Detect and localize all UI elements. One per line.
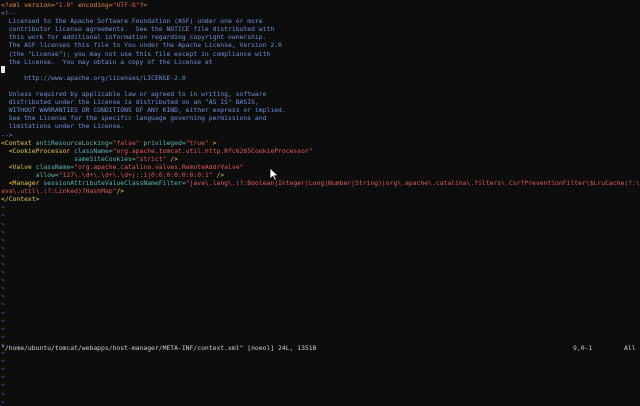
status-scroll-indicator: All	[624, 344, 636, 352]
code-token: See the License for the specific languag…	[1, 114, 267, 123]
code-token: The ASF licenses this file to You under …	[1, 41, 282, 50]
empty-line-tilde: ~	[1, 365, 5, 374]
empty-line-tilde: ~	[1, 300, 5, 309]
buffer-line[interactable]	[1, 82, 639, 90]
code-token: distributed under the License is distrib…	[1, 98, 259, 107]
buffer-line[interactable]: <!--	[1, 9, 639, 17]
text-cursor	[1, 66, 5, 74]
empty-line-tilde: ~	[1, 292, 5, 301]
code-token: encoding=	[74, 1, 113, 9]
buffer-line[interactable]: ava\.util\.(?:Linked)?HashMap"/>	[1, 187, 639, 195]
code-token: <CookieProcessor	[1, 146, 71, 155]
buffer-line[interactable]: http://www.apache.org/licenses/LICENSE-2…	[1, 74, 639, 82]
code-token: <?xml version=	[1, 1, 55, 9]
code-token: this work for additional information reg…	[1, 33, 267, 42]
code-token: className=	[70, 146, 113, 155]
buffer-line[interactable]: the License. You may obtain a copy of th…	[1, 58, 639, 66]
empty-line-tilde: ~	[1, 211, 5, 220]
code-token: sameSiteCookies=	[1, 154, 136, 163]
buffer-line[interactable]: <Manager sessionAttributeValueClassNameF…	[1, 179, 639, 187]
buffer-line[interactable]: sameSiteCookies="strict" />	[1, 155, 639, 163]
code-token: (the "License"); you may not use this fi…	[1, 49, 271, 58]
buffer-line[interactable]: distributed under the License is distrib…	[1, 98, 639, 106]
empty-line-tilde: ~	[1, 243, 5, 252]
code-token: contributor license agreements. See the …	[1, 25, 275, 34]
code-token: -->	[1, 130, 13, 139]
buffer-line[interactable]: <CookieProcessor className="org.apache.t…	[1, 147, 639, 155]
code-token: sessionAttributeValueClassNameFilter=	[39, 179, 186, 188]
status-cursor-position: 9,0-1	[573, 344, 593, 352]
empty-line-tilde: ~	[1, 308, 5, 317]
code-token: "127\.\d+\.\d+\.\d+|::1|0:0:0:0:0:0:0:1"	[58, 170, 213, 179]
code-token: />	[166, 154, 178, 163]
code-token: "org.apache.tomcat.util.http.Rfc6265Cook…	[112, 146, 313, 155]
code-token: <Context	[1, 138, 32, 147]
code-token: "false"	[112, 138, 140, 147]
code-token: Licensed to the Apache Software Foundati…	[1, 17, 263, 26]
code-token: ava\.util\.(?:Linked)?HashMap"	[1, 187, 117, 196]
empty-line-tilde: ~	[1, 268, 5, 277]
vim-terminal-window[interactable]: <?xml version="1.0" encoding="UTF-8"?> <!…	[0, 0, 640, 406]
code-token: >	[208, 138, 217, 147]
code-token: limitations under the License.	[1, 122, 125, 131]
code-token: <Manager	[1, 179, 40, 188]
code-token: "true"	[185, 138, 209, 147]
empty-line-tilde: ~	[1, 381, 5, 390]
empty-line-tilde: ~	[1, 332, 5, 341]
status-line: "/home/ubuntu/tomcat/webapps/host-manage…	[1, 344, 639, 353]
code-token: "strict"	[135, 154, 167, 163]
code-token: "UTF-8"	[112, 1, 140, 9]
empty-line-tilde: ~	[1, 251, 5, 260]
code-token: antiResourceLocking=	[31, 138, 113, 147]
empty-line-tilde: ~	[1, 219, 5, 228]
code-token: <!--	[1, 9, 17, 18]
buffer-line[interactable]: contributor license agreements. See the …	[1, 25, 639, 33]
buffer-line[interactable]: The ASF licenses this file to You under …	[1, 41, 639, 49]
buffer-line[interactable]: </Context>	[1, 195, 639, 203]
code-token: />	[212, 170, 225, 179]
status-file-info: "/home/ubuntu/tomcat/webapps/host-manage…	[1, 344, 317, 352]
buffer-line[interactable]: <?xml version="1.0" encoding="UTF-8"?>	[1, 1, 639, 9]
buffer-line[interactable]: Unless required by applicable law or agr…	[1, 90, 639, 98]
empty-line-tilde: ~	[1, 389, 5, 398]
code-token: "java\.lang\.(?:Boolean|Integer|Long|Num…	[185, 179, 639, 188]
buffer-line[interactable]: <Context antiResourceLocking="false" pri…	[1, 139, 639, 147]
buffer-line[interactable]: (the "License"); you may not use this fi…	[1, 50, 639, 58]
code-token: Unless required by applicable law or agr…	[1, 90, 267, 99]
empty-line-tilde: ~	[1, 397, 5, 406]
buffer-line[interactable]: allow="127\.\d+\.\d+\.\d+|::1|0:0:0:0:0:…	[1, 171, 639, 179]
buffer-line[interactable]: -->	[1, 131, 639, 139]
empty-line-tilde: ~	[1, 235, 5, 244]
buffer-line[interactable]	[1, 66, 639, 74]
code-token: </Context>	[1, 195, 40, 204]
empty-line-tilde: ~	[1, 324, 5, 333]
buffer-line[interactable]: Licensed to the Apache Software Foundati…	[1, 17, 639, 25]
empty-line-tilde: ~	[1, 316, 5, 325]
code-token: privileged=	[139, 138, 186, 147]
code-token: allow=	[1, 170, 59, 179]
buffer-line[interactable]: this work for additional information reg…	[1, 33, 639, 41]
buffer-line[interactable]: WITHOUT WARRANTIES OR CONDITIONS OF ANY …	[1, 106, 639, 114]
empty-line-tilde: ~	[1, 284, 5, 293]
empty-line-tilde: ~	[1, 260, 5, 268]
mouse-pointer-icon	[269, 167, 279, 181]
buffer-line[interactable]: <Valve className="org.apache.catalina.va…	[1, 163, 639, 171]
code-token: the License. You may obtain a copy of th…	[1, 57, 213, 66]
code-token: className=	[31, 162, 75, 171]
empty-line-tilde: ~	[1, 357, 5, 366]
code-token: ?>	[139, 1, 148, 9]
code-token: <Valve	[1, 162, 32, 171]
empty-line-tilde: ~	[1, 227, 5, 236]
code-token: "org.apache.catalina.valves.RemoteAddrVa…	[74, 162, 244, 171]
empty-line-tilde: ~	[1, 276, 5, 285]
buffer-line[interactable]: See the License for the specific languag…	[1, 114, 639, 122]
code-token: "1.0"	[54, 1, 75, 9]
code-token: />	[116, 187, 125, 196]
buffer-line[interactable]: limitations under the License.	[1, 122, 639, 130]
empty-line-tilde: ~	[1, 203, 5, 212]
empty-line-tilde: ~	[1, 373, 5, 382]
code-token: http://www.apache.org/licenses/LICENSE-2…	[1, 73, 186, 82]
code-token: WITHOUT WARRANTIES OR CONDITIONS OF ANY …	[1, 106, 286, 115]
